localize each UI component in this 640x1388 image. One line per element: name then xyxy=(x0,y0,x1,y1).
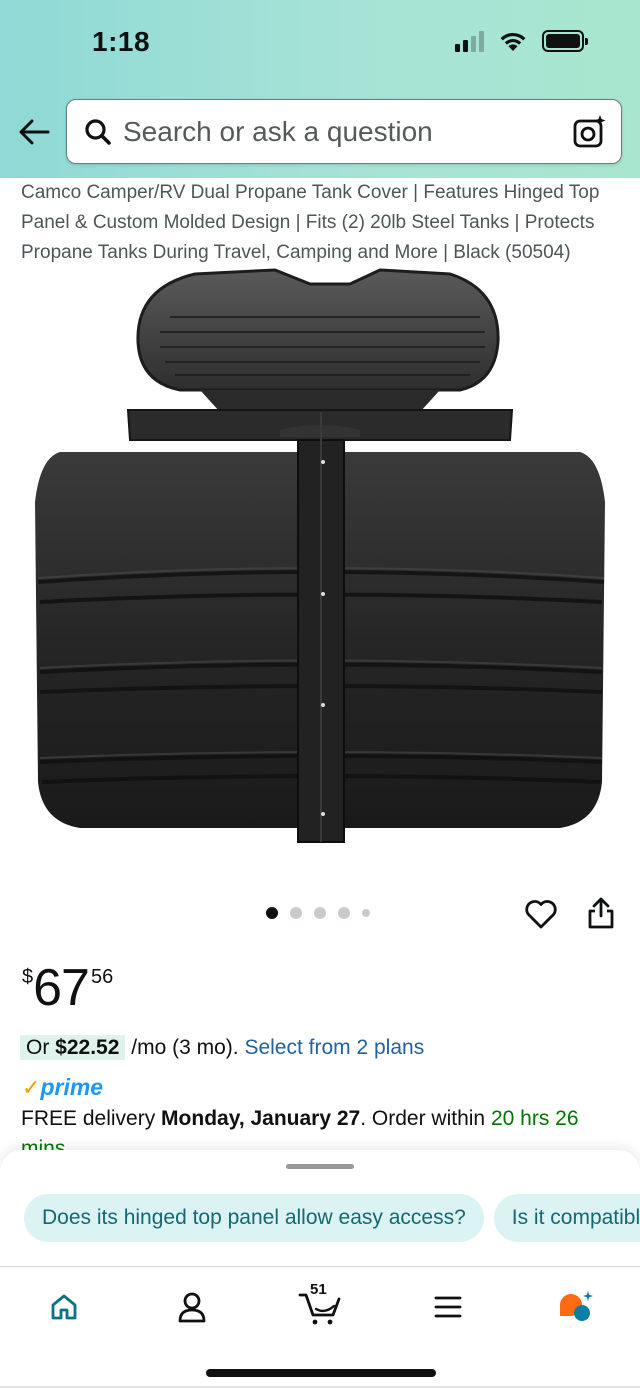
carousel-dot[interactable] xyxy=(338,907,350,919)
price-fraction: 56 xyxy=(90,966,114,988)
menu-icon xyxy=(434,1296,462,1318)
prime-badge: ✓ prime xyxy=(22,1074,103,1101)
price-currency: $ xyxy=(22,966,34,988)
price: $ 67 56 xyxy=(22,958,113,1018)
search-icon xyxy=(85,119,111,145)
suggested-questions: Does its hinged top panel allow easy acc… xyxy=(24,1194,640,1242)
search-placeholder: Search or ask a question xyxy=(123,116,433,147)
delivery-date: Monday, January 27 xyxy=(161,1107,361,1130)
tab-menu[interactable] xyxy=(416,1279,480,1335)
person-icon xyxy=(178,1292,206,1323)
installment-offer: Or $22.52 /mo (3 mo). Select from 2 plan… xyxy=(20,1034,424,1062)
product-title[interactable]: Camco Camper/RV Dual Propane Tank Cover … xyxy=(21,178,621,268)
share-icon[interactable] xyxy=(586,896,616,930)
home-icon xyxy=(51,1294,77,1320)
wifi-icon xyxy=(500,32,526,51)
carousel-dot[interactable] xyxy=(362,909,370,917)
ask-questions-sheet[interactable]: Does its hinged top panel allow easy acc… xyxy=(0,1150,640,1266)
sheet-grabber[interactable] xyxy=(286,1164,354,1169)
cellular-signal-icon xyxy=(455,30,484,52)
heart-icon[interactable] xyxy=(524,898,558,930)
image-carousel-dots[interactable] xyxy=(266,907,370,919)
tab-home[interactable] xyxy=(32,1279,96,1335)
carousel-dot[interactable] xyxy=(290,907,302,919)
prime-label: prime xyxy=(40,1074,104,1100)
installment-amount: $22.52 xyxy=(55,1036,120,1059)
installment-terms: /mo (3 mo). xyxy=(125,1036,245,1059)
rufus-assistant-icon xyxy=(560,1291,593,1321)
carousel-dot[interactable] xyxy=(266,907,278,919)
carousel-dot[interactable] xyxy=(314,907,326,919)
select-plans-link[interactable]: Select from 2 plans xyxy=(244,1036,424,1059)
question-chip[interactable]: Does its hinged top panel allow easy acc… xyxy=(24,1194,484,1242)
search-input[interactable]: Search or ask a question xyxy=(66,99,622,164)
prime-check-icon: ✓ xyxy=(22,1075,41,1100)
tab-rufus[interactable] xyxy=(544,1279,608,1335)
back-arrow-icon[interactable] xyxy=(14,112,54,152)
header: 1:18 Search or ask a question xyxy=(0,0,640,178)
bottom-tab-bar: 51 xyxy=(0,1266,640,1388)
delivery-info: FREE delivery Monday, January 27. Order … xyxy=(21,1104,621,1152)
question-chip[interactable]: Is it compatible with my RV? xyxy=(493,1194,640,1242)
tab-account[interactable] xyxy=(160,1279,224,1335)
status-icons xyxy=(455,30,588,52)
battery-icon xyxy=(542,30,588,52)
cart-count: 51 xyxy=(310,1281,327,1298)
tab-cart[interactable]: 51 xyxy=(288,1279,352,1335)
status-time: 1:18 xyxy=(92,26,151,57)
price-whole: 67 xyxy=(33,959,90,1017)
home-indicator[interactable] xyxy=(206,1369,436,1377)
camera-lens-icon[interactable] xyxy=(571,114,607,150)
installment-highlight: Or $22.52 xyxy=(20,1035,126,1060)
product-image[interactable] xyxy=(20,262,620,862)
